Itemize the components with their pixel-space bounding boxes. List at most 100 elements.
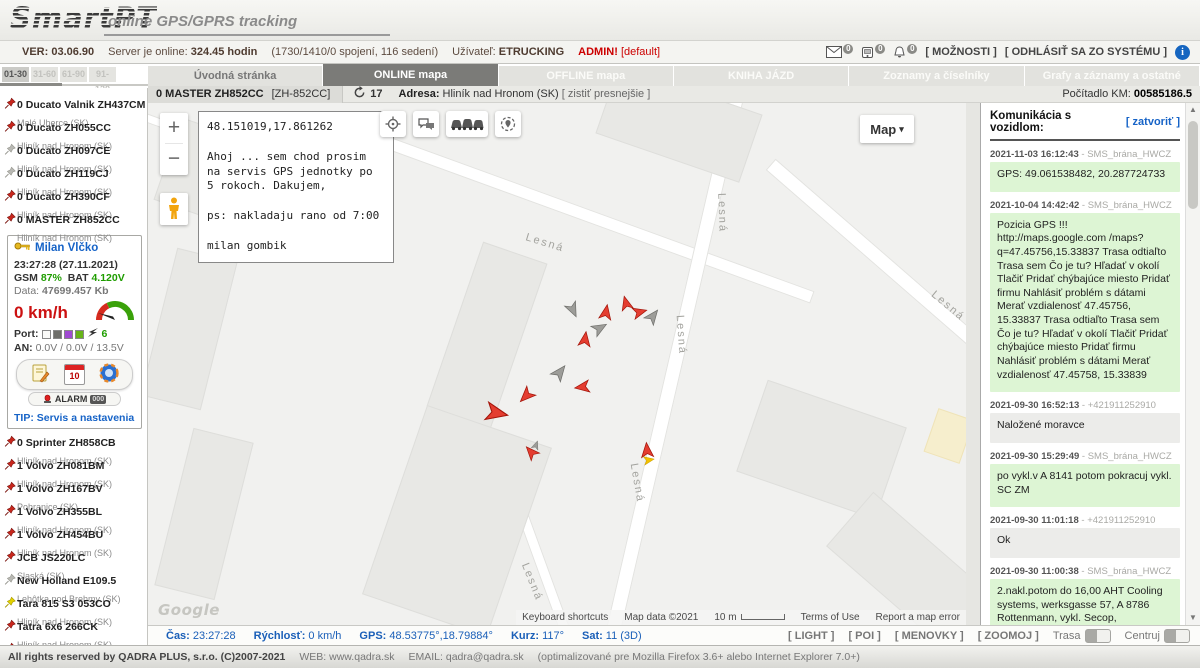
vehicle-list-item[interactable]: 0 Ducato ZH119CJHliník nad Hronom (SK) (0, 163, 147, 186)
report-map-error-link[interactable]: Report a map error (876, 612, 960, 623)
vehicle-arrow-marker[interactable] (645, 308, 662, 325)
vehicle-name: 0 Ducato ZH119CJ (17, 168, 109, 180)
port-led (64, 330, 73, 339)
service-settings-link[interactable]: TIP: Servis a nastavenia (14, 412, 135, 424)
trasa-toggle-group: Trasa (1053, 629, 1111, 643)
locate-crosshair-icon[interactable] (380, 111, 406, 137)
settings-globe-icon[interactable] (99, 363, 119, 386)
vehicle-list-item[interactable]: 0 Ducato ZH097CEHliník nad Hronom (SK) (0, 140, 147, 163)
traffic-icon[interactable] (446, 111, 488, 137)
zoom-in-button[interactable]: + (160, 113, 188, 143)
vehicle-list-item[interactable]: 1 Volvo ZH454BUHliník nad Hronom (SK) (0, 524, 147, 547)
vehicle-list-item[interactable]: JCB JS220LCSlaská (SK) (0, 547, 147, 570)
close-panel-link[interactable]: [ zatvoriť ] (1126, 116, 1180, 128)
mail-icon[interactable]: 0 (826, 46, 853, 58)
centruj-toggle[interactable] (1164, 629, 1190, 643)
vehicle-action-toolbar: 10 (16, 359, 133, 390)
tab-zoznamy-a-seln-ky[interactable]: Zoznamy a číselníky (849, 66, 1023, 86)
map-button-light[interactable]: [ LIGHT ] (788, 630, 834, 642)
gsm-device-icon[interactable]: 0 (861, 46, 885, 59)
comm-scrollbar[interactable]: ▲ ▼ (1185, 103, 1200, 625)
map-option-buttons: [ LIGHT ] [ POI ] [ MENOVKY ] [ ZOOMOJ ] Tr… (788, 629, 1200, 643)
pager-tab-61-90[interactable]: 61-90 (60, 67, 87, 82)
message-bubble: GPS: 49.061538482, 20.287724733 (990, 162, 1180, 192)
driver-name[interactable]: Milan Vlčko (35, 242, 98, 254)
vehicle-list-item[interactable]: 1 Volvo ZH081BMHliník nad Hronom (SK) (0, 455, 147, 478)
keyboard-shortcuts-link[interactable]: Keyboard shortcuts (522, 612, 608, 623)
pager-tab-01-30[interactable]: 01-30 (2, 67, 29, 82)
info-icon[interactable]: i (1175, 45, 1190, 60)
tab--vodn-str-nka[interactable]: Úvodná stránka (148, 66, 322, 86)
message-timestamp: 2021-09-30 11:01:18 - +421911252910 (990, 515, 1180, 526)
connections-text: (1730/1410/0 spojení, 116 sedení) (271, 46, 438, 58)
address-refine-link[interactable]: [ zistiť presnejšie ] (562, 88, 651, 100)
vehicle-name: 0 Ducato Valnik ZH437CM (17, 99, 145, 111)
vehicle-list-item[interactable]: Tara 815 S3 053COHliník nad Hronom (SK) (0, 593, 147, 616)
message-bubble: po vykl.v A 8141 potom pokracuj vykl. SC… (990, 464, 1180, 507)
vehicle-list-item[interactable]: 1 Volvo ZH355BLHliník nad Hronom (SK) (0, 501, 147, 524)
tab-online-mapa[interactable]: ONLINE mapa (323, 64, 497, 86)
tab-offline-mapa[interactable]: OFFLINE mapa (499, 66, 673, 86)
key-icon (14, 241, 30, 254)
map-button-poi[interactable]: [ POI ] (848, 630, 880, 642)
scroll-thumb[interactable] (1188, 121, 1198, 209)
pager-tab-31-60[interactable]: 31-60 (31, 67, 58, 82)
vehicle-list-item[interactable]: New Holland E109.5Lehôtka pod Brehmy (SK… (0, 570, 147, 593)
email-link[interactable]: EMAIL: qadra@qadra.sk (409, 651, 524, 663)
message-bubble: Naložené moravce (990, 413, 1180, 443)
vehicle-list-item[interactable]: Tatra 6x6 266CKHliník nad Hronom (SK) (0, 616, 147, 639)
online-map[interactable]: LesnáLesnáLesnáLesnáLesnáLesná + − 48.15… (148, 103, 966, 625)
zoom-out-button[interactable]: − (160, 144, 188, 174)
vehicle-arrow-marker[interactable] (485, 401, 510, 426)
analog-inputs-row: AN: 0.0V / 0.0V / 13.5V (14, 342, 135, 354)
vehicle-name: Tatra 6x6 266CK (17, 621, 98, 633)
map-comm-gutter (966, 103, 980, 625)
vehicle-list-item[interactable]: 0 MASTER ZH852CCHliník nad Hronom (SK) (0, 209, 147, 232)
vehicle-list-item[interactable]: 1 Volvo ZH167BVPohranice (SK) (0, 478, 147, 501)
vehicle-arrow-marker[interactable] (574, 379, 591, 396)
vehicle-arrow-marker[interactable] (523, 444, 539, 460)
vehicle-list-item[interactable]: 0 Sprinter ZH858CBHliník nad Hronom (SK) (0, 432, 147, 455)
status-gps: GPS:48.53775°,18.79884° (359, 630, 493, 642)
pager-tab-91-120[interactable]: 91-120 (89, 67, 116, 82)
terms-of-use-link[interactable]: Terms of Use (801, 612, 860, 623)
street-name-label: Lesná (715, 193, 728, 233)
vehicle-list-item[interactable]: 0 Ducato ZH390CFHliník nad Hronom (SK) (0, 186, 147, 209)
scroll-up-arrow[interactable]: ▲ (1186, 103, 1200, 117)
tab-grafy-a-z-znamy-a-ostatn-[interactable]: Grafy a záznamy a ostatné (1025, 66, 1199, 86)
chat-bubbles-icon[interactable] (413, 111, 439, 137)
vehicle-arrow-marker[interactable] (565, 302, 582, 319)
selected-vehicle-name-cell[interactable]: 0 MASTER ZH852CC [ZH-852CC] (148, 86, 343, 103)
web-link[interactable]: WEB: www.qadra.sk (299, 651, 394, 663)
map-button-zoomoj[interactable]: [ ZOOMOJ ] (978, 630, 1039, 642)
scroll-down-arrow[interactable]: ▼ (1186, 611, 1200, 625)
vehicle-arrow-marker[interactable] (577, 331, 594, 348)
alarm-button[interactable]: ALARM 000 (28, 392, 121, 406)
vehicle-arrow-marker[interactable] (643, 454, 655, 466)
message-bubble: Pozicia GPS !!! http://maps.google.com /… (990, 213, 1180, 393)
vehicle-arrow-marker[interactable] (551, 363, 569, 381)
refresh-group: 17 (343, 86, 392, 102)
trasa-toggle[interactable] (1085, 629, 1111, 643)
vehicle-sidebar: 0 Ducato Valnik ZH437CMMalé Uherce (SK)0… (0, 88, 148, 645)
chevron-down-icon: ▾ (899, 124, 904, 135)
poi-location-icon[interactable] (495, 111, 521, 137)
pushpin-icon (4, 97, 17, 115)
options-button[interactable]: [ MOŽNOSTI ] (925, 46, 997, 58)
pushpin-icon (4, 573, 17, 591)
tab-kniha-j-zd[interactable]: KNIHA JÁZD (674, 66, 848, 86)
notes-icon[interactable] (30, 363, 50, 386)
map-note-box[interactable]: 48.151019,17.861262 Ahoj ... sem chod pr… (198, 111, 394, 263)
vehicle-arrow-marker[interactable] (517, 387, 535, 405)
map-type-button[interactable]: Map ▾ (860, 115, 914, 143)
calendar-icon[interactable]: 10 (64, 364, 85, 385)
alarm-bell-icon[interactable]: 0 (893, 46, 917, 59)
vehicle-name: JCB JS220LC (17, 552, 85, 564)
street-view-pegman[interactable] (160, 193, 188, 225)
admin-text: ADMIN! [default] (578, 46, 660, 58)
refresh-icon[interactable] (353, 86, 366, 102)
logout-button[interactable]: [ ODHLÁSIŤ SA ZO SYSTÉMU ] (1005, 46, 1167, 58)
vehicle-list-item[interactable]: 0 Ducato Valnik ZH437CMMalé Uherce (SK) (0, 94, 147, 117)
vehicle-name: 1 Volvo ZH081BM (17, 460, 104, 472)
map-button-menovky[interactable]: [ MENOVKY ] (895, 630, 964, 642)
